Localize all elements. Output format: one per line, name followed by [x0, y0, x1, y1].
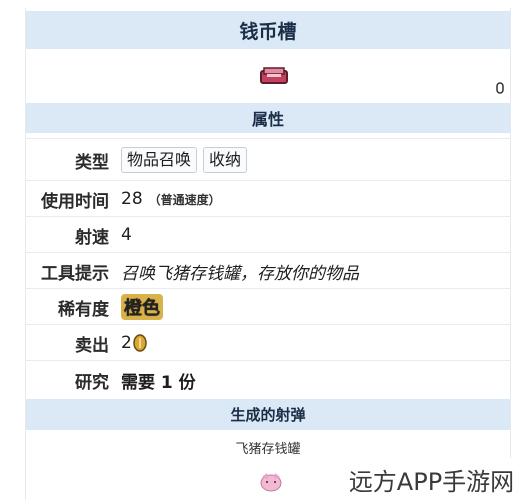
projectile-name: 飞猪存钱罐 — [235, 442, 301, 457]
tooltip-value: 召唤飞猪存钱罐，存放你的物品 — [121, 263, 359, 284]
row-value: 物品召唤 收纳 — [121, 147, 248, 173]
row-rarity: 稀有度 橙色 — [26, 288, 510, 325]
row-value: 橙色 — [121, 294, 163, 320]
row-label: 研究 — [75, 372, 109, 393]
infobox-title: 钱币槽 — [26, 11, 510, 49]
row-use-time: 使用时间 28 （普通速度） — [26, 180, 510, 217]
row-velocity: 射速 4 — [26, 216, 510, 253]
row-label: 类型 — [75, 152, 109, 173]
corner-mark-icon — [496, 82, 504, 94]
page-frame: 钱币槽 属性 类型 物品召唤 收纳 使用时间 28 （普通速度） 射速 4 工具… — [12, 0, 511, 500]
row-value: 2 — [121, 333, 147, 353]
row-type: 类型 物品召唤 收纳 — [26, 138, 510, 181]
research-value: 需要 1 份 — [121, 372, 196, 393]
row-sell: 卖出 2 — [26, 324, 510, 361]
attributes-heading: 属性 — [26, 103, 510, 133]
row-value: 28 （普通速度） — [121, 189, 221, 209]
watermark-logo: 远方APP手游网 — [342, 458, 521, 500]
use-time-value: 28 — [121, 189, 143, 209]
row-research: 研究 需要 1 份 — [26, 360, 510, 399]
item-infobox: 钱币槽 属性 类型 物品召唤 收纳 使用时间 28 （普通速度） 射速 4 工具… — [25, 8, 511, 500]
money-trough-icon — [260, 67, 288, 84]
gold-coin-icon — [133, 334, 147, 352]
projectile-heading: 生成的射弹 — [26, 399, 510, 430]
row-label: 工具提示 — [41, 263, 109, 284]
item-image-area — [26, 49, 510, 103]
tag-summon-item[interactable]: 物品召唤 — [121, 147, 198, 173]
velocity-value: 4 — [121, 225, 132, 245]
flying-piggy-bank-icon — [260, 473, 282, 492]
use-time-note: （普通速度） — [148, 192, 221, 207]
row-label: 射速 — [75, 227, 109, 248]
rarity-badge: 橙色 — [121, 294, 163, 320]
sell-value: 2 — [121, 333, 132, 353]
row-tooltip: 工具提示 召唤飞猪存钱罐，存放你的物品 — [26, 252, 510, 289]
row-label: 稀有度 — [58, 299, 109, 320]
row-label: 卖出 — [75, 335, 109, 356]
tag-storage[interactable]: 收纳 — [203, 147, 248, 173]
row-label: 使用时间 — [41, 191, 109, 212]
